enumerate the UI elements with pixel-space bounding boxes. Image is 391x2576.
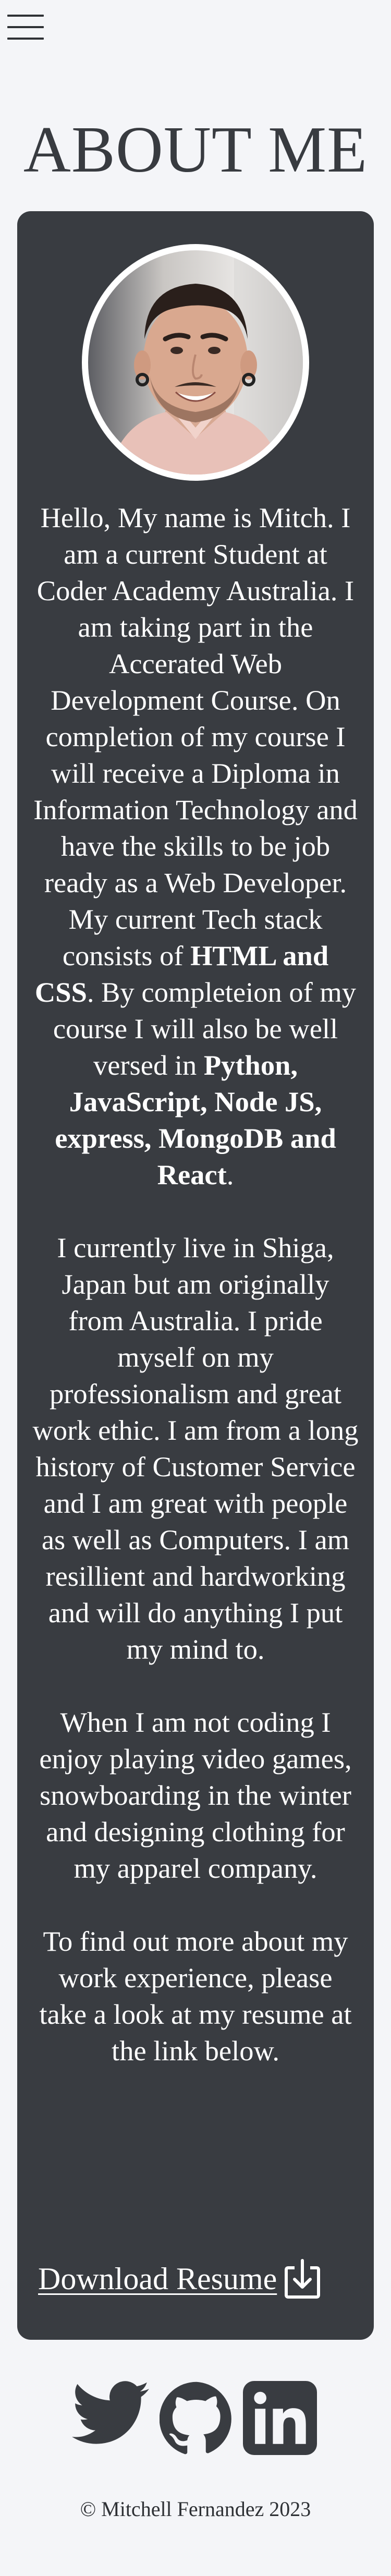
github-icon[interactable]: [160, 2381, 234, 2455]
download-resume-label: Download Resume: [38, 2262, 277, 2296]
linkedin-icon[interactable]: [243, 2381, 317, 2455]
bio-paragraph-intro: Hello, My name is Mitch. I am a current …: [32, 500, 359, 1193]
avatar: [88, 250, 303, 475]
bio-paragraph-resume: To find out more about my work experienc…: [39, 1925, 352, 2067]
social-links: [72, 2381, 317, 2456]
bio-paragraph-hobbies: When I am not coding I enjoy playing vid…: [39, 1706, 352, 1884]
footer-copyright: © Mitchell Fernandez 2023: [80, 2497, 311, 2521]
menu-bar: [7, 38, 44, 40]
download-icon: [285, 2259, 321, 2299]
bio-text-segment: .: [226, 1159, 234, 1190]
bio-text-segment: Hello, My name is Mitch. I am a current …: [33, 502, 358, 971]
bio-paragraph-location: I currently live in Shiga, Japan but am …: [32, 1232, 359, 1665]
profile-photo: [82, 244, 309, 481]
about-card: Hello, My name is Mitch. I am a current …: [17, 211, 374, 2340]
bio-text: Hello, My name is Mitch. I am a current …: [32, 500, 359, 2069]
menu-bar: [7, 15, 44, 17]
twitter-icon[interactable]: [72, 2381, 149, 2446]
download-resume-link[interactable]: Download Resume: [38, 2258, 322, 2300]
hamburger-menu-icon[interactable]: [7, 14, 45, 41]
page-title: ABOUT ME: [23, 114, 368, 186]
menu-bar: [7, 26, 44, 28]
